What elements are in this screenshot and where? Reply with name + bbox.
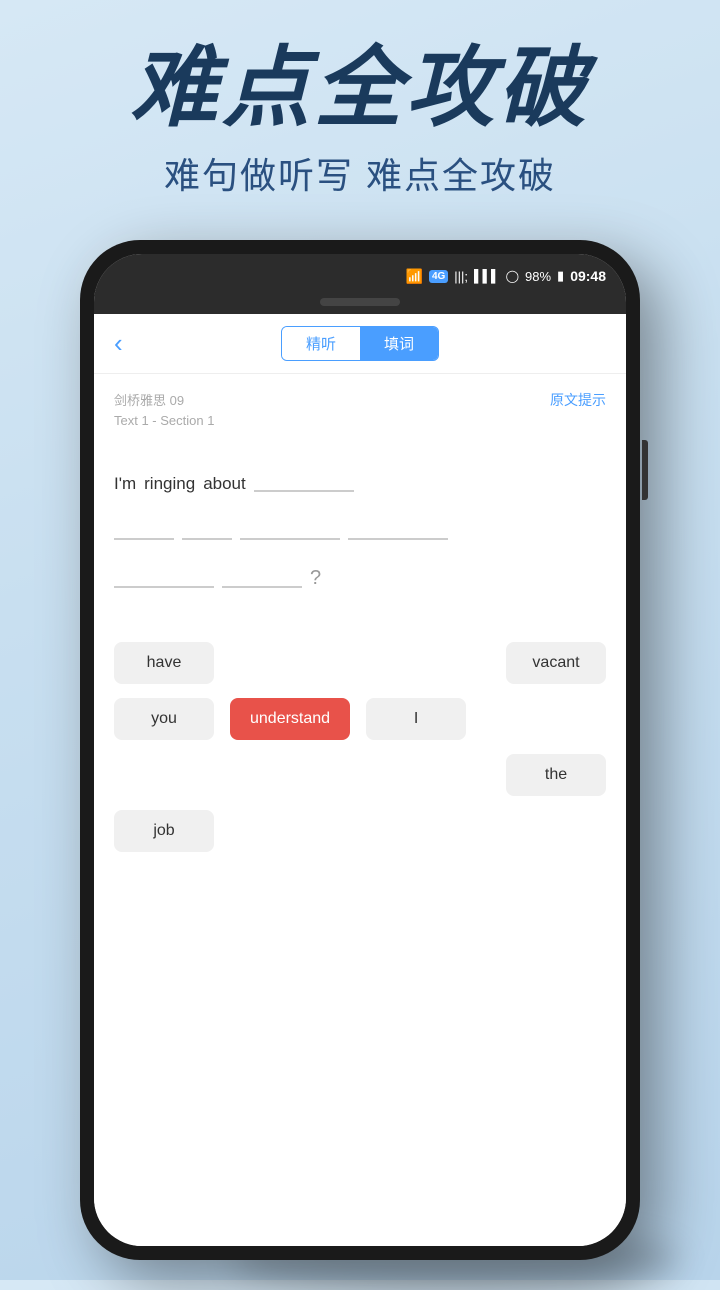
fill-area: I'm ringing about — [114, 448, 606, 612]
hero-title: 难点全攻破 — [0, 40, 720, 137]
signal-icon: |||; — [454, 269, 468, 284]
phone-body: 📶 4G |||; ▌▌▌ ◯ 98% ▮ 09:48 ‹ 精听 — [80, 240, 640, 1260]
app-content: 原文提示 剑桥雅思 09 Text 1 - Section 1 I'm ring… — [94, 374, 626, 1246]
choice-row-4: job — [114, 810, 606, 852]
choice-understand[interactable]: understand — [230, 698, 350, 740]
wifi-icon: 📶 — [406, 268, 423, 285]
hero-subtitle: 难句做听写 难点全攻破 — [0, 147, 720, 199]
blank-2 — [114, 538, 174, 540]
blank-3 — [182, 538, 232, 540]
choice-you[interactable]: you — [114, 698, 214, 740]
phone-mockup: 📶 4G |||; ▌▌▌ ◯ 98% ▮ 09:48 ‹ 精听 — [80, 240, 640, 1260]
hint-button[interactable]: 原文提示 — [550, 390, 606, 410]
sentence-row-2 — [114, 506, 606, 546]
word-ringing: ringing — [144, 474, 195, 498]
choice-row-2: you understand I — [114, 698, 606, 740]
back-button[interactable]: ‹ — [114, 328, 123, 359]
choice-row-3: the — [114, 754, 606, 796]
signal-bars: ▌▌▌ — [474, 269, 500, 283]
blank-4 — [240, 538, 340, 540]
choice-vacant[interactable]: vacant — [506, 642, 606, 684]
choice-job[interactable]: job — [114, 810, 214, 852]
tab-group: 精听 填词 — [281, 326, 439, 361]
section-label-line1: 剑桥雅思 09 — [114, 390, 606, 409]
tab-jingting[interactable]: 精听 — [282, 327, 360, 360]
choice-the[interactable]: the — [506, 754, 606, 796]
choice-row-1: have vacant — [114, 642, 606, 684]
section-label-line2: Text 1 - Section 1 — [114, 413, 606, 428]
phone-screen: 📶 4G |||; ▌▌▌ ◯ 98% ▮ 09:48 ‹ 精听 — [94, 254, 626, 1246]
sentence-row-3: ? — [114, 554, 606, 594]
hero-section: 难点全攻破 难句做听写 难点全攻破 — [0, 40, 720, 199]
blank-1 — [254, 490, 354, 492]
status-bar-content: 📶 4G |||; ▌▌▌ ◯ 98% ▮ 09:48 — [406, 268, 606, 285]
battery-percent: 98% — [525, 269, 551, 284]
choice-have[interactable]: have — [114, 642, 214, 684]
blank-7 — [222, 586, 302, 588]
word-im: I'm — [114, 474, 136, 498]
tab-tianci[interactable]: 填词 — [360, 327, 438, 360]
status-time: 09:48 — [570, 268, 606, 284]
word-about: about — [203, 474, 246, 498]
sentence-row-1: I'm ringing about — [114, 458, 606, 498]
question-mark: ? — [310, 567, 321, 594]
blank-5 — [348, 538, 448, 540]
speaker-grill — [320, 298, 400, 306]
status-bar: 📶 4G |||; ▌▌▌ ◯ 98% ▮ 09:48 — [94, 254, 626, 298]
blank-6 — [114, 586, 214, 588]
clock-icon: ◯ — [506, 269, 519, 283]
lte-badge: 4G — [429, 270, 448, 283]
battery-icon: ▮ — [557, 268, 564, 284]
word-choices: have vacant you understand I the — [114, 642, 606, 852]
phone-notch — [94, 298, 626, 314]
app-header: ‹ 精听 填词 — [94, 314, 626, 374]
choice-i[interactable]: I — [366, 698, 466, 740]
